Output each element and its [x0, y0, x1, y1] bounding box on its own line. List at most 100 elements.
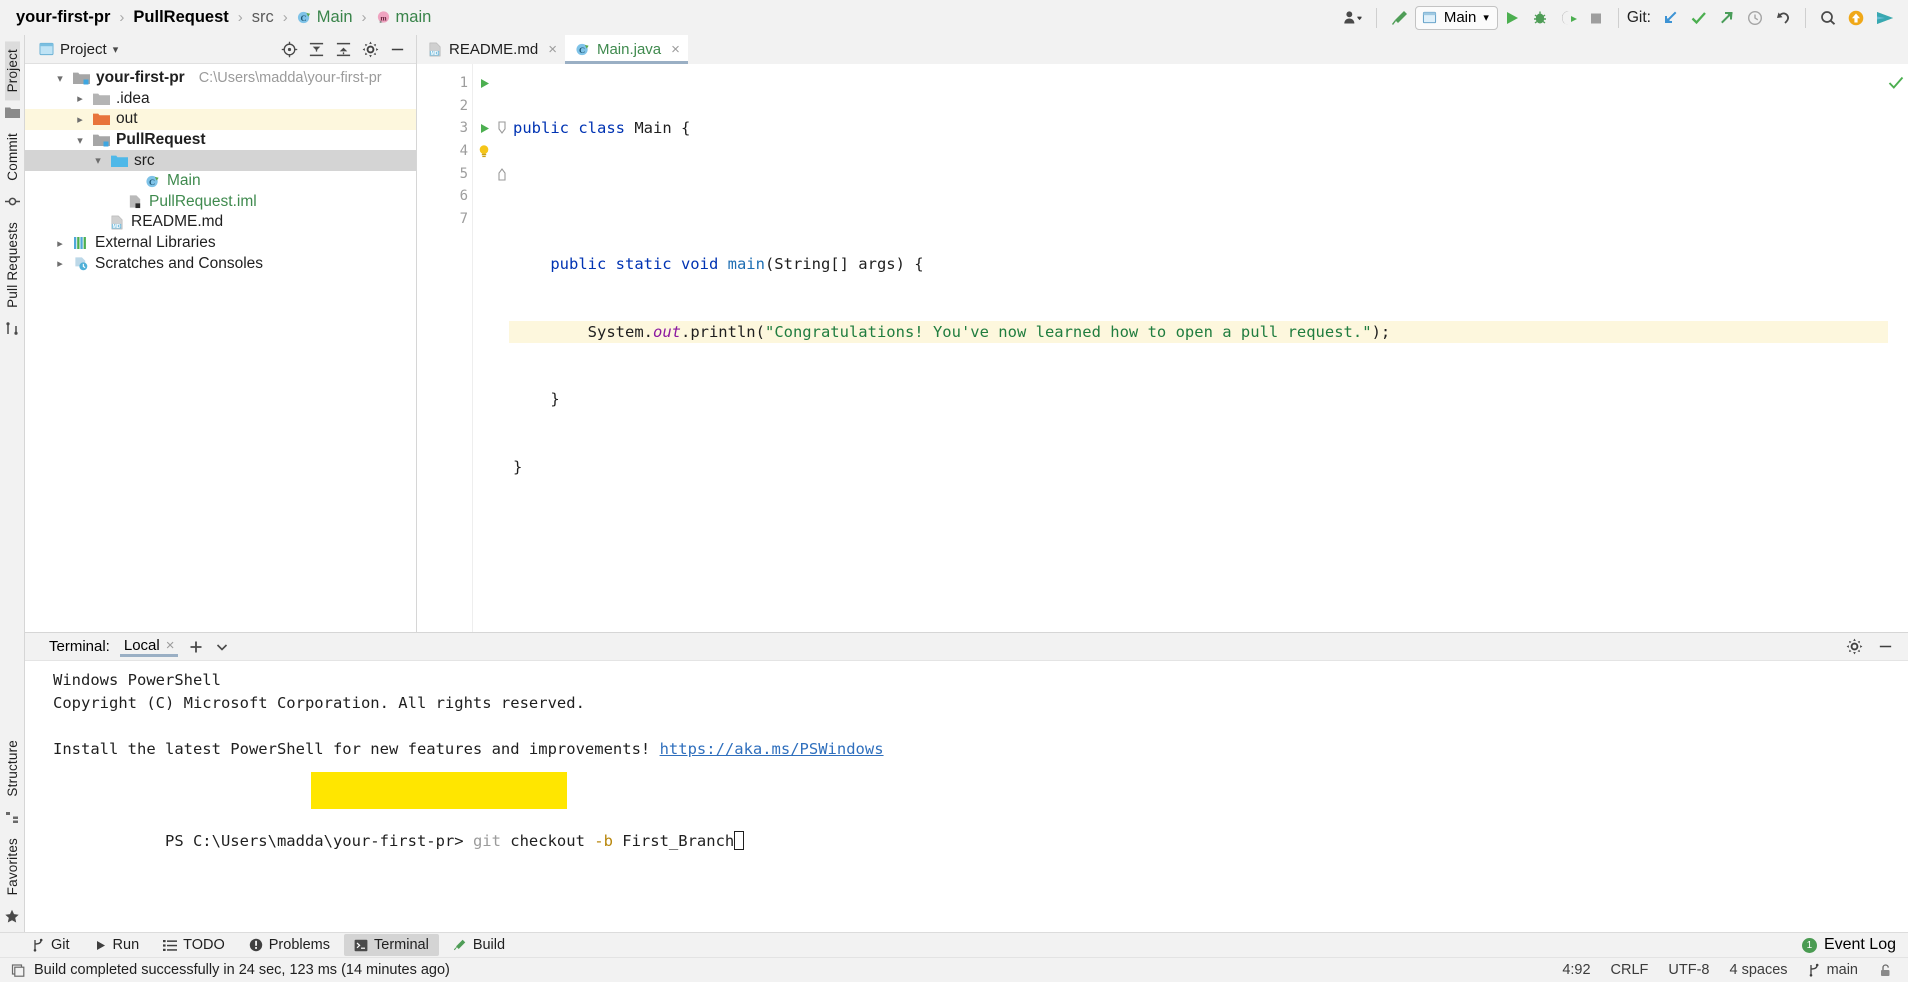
project-tree[interactable]: ▾ your-first-pr C:\Users\madda\your-firs…	[25, 64, 416, 632]
fold-gutter[interactable]	[495, 64, 509, 632]
settings-gear-icon[interactable]	[362, 41, 379, 58]
close-icon[interactable]: ×	[166, 637, 175, 654]
line-number: 5	[459, 165, 468, 182]
run-configuration-selector[interactable]: Main ▾	[1414, 5, 1498, 30]
tree-node-src[interactable]: ▾ src	[25, 150, 416, 171]
indent-setting[interactable]: 4 spaces	[1730, 962, 1788, 978]
chevron-right-icon[interactable]: ▸	[53, 237, 67, 250]
build-hammer-icon[interactable]	[1385, 5, 1415, 31]
breadcrumb-item-module[interactable]: PullRequest	[131, 8, 230, 27]
expand-all-icon[interactable]	[308, 41, 325, 58]
editor-tab-label: Main.java	[596, 41, 662, 58]
project-panel-title: Project	[60, 40, 107, 58]
breadcrumb-separator: ›	[119, 9, 125, 26]
terminal-command: checkout	[500, 832, 595, 850]
tree-node-scratches[interactable]: ▸ Scratches and Consoles	[25, 253, 416, 274]
close-icon[interactable]: ×	[671, 41, 680, 58]
tree-node-pullrequest[interactable]: ▾ PullRequest	[25, 130, 416, 151]
breadcrumb-item-project[interactable]: your-first-pr	[14, 8, 112, 27]
terminal-header: Terminal: Local ×	[25, 633, 1908, 661]
run-gutter-icon[interactable]	[473, 117, 495, 140]
run-gutter-icon[interactable]	[473, 72, 495, 95]
chevron-down-icon[interactable]: ▾	[91, 154, 105, 167]
breadcrumb-item-class[interactable]: C Main	[295, 8, 355, 27]
sidebar-item-favorites[interactable]: Favorites	[5, 830, 20, 903]
tree-node-label: .idea	[116, 89, 150, 107]
fold-end-icon[interactable]	[495, 162, 509, 185]
editor-tab-main-java[interactable]: C Main.java ×	[564, 35, 688, 64]
tree-node-your-first-pr[interactable]: ▾ your-first-pr C:\Users\madda\your-firs…	[25, 68, 416, 89]
chevron-right-icon[interactable]: ▸	[73, 92, 87, 105]
settings-gear-icon[interactable]	[1846, 638, 1863, 655]
bottom-button-label: Git	[51, 937, 70, 953]
line-number: 6	[459, 188, 468, 205]
hide-panel-icon[interactable]	[1877, 638, 1894, 655]
chevron-right-icon[interactable]: ▸	[73, 113, 87, 126]
sidebar-item-commit[interactable]: Commit	[5, 125, 20, 189]
sidebar-item-pull-requests[interactable]: Pull Requests	[5, 214, 20, 316]
debug-bug-icon[interactable]	[1526, 5, 1554, 31]
breadcrumb-item-src[interactable]: src	[250, 8, 276, 27]
select-opened-file-icon[interactable]	[281, 41, 298, 58]
terminal-output[interactable]: Windows PowerShell Copyright (C) Microso…	[25, 661, 1908, 932]
editor-tab-readme[interactable]: MD README.md ×	[417, 35, 565, 64]
powershell-download-link[interactable]: https://aka.ms/PSWindows	[660, 740, 884, 758]
close-icon[interactable]: ×	[548, 41, 557, 58]
chevron-down-icon[interactable]: ▾	[53, 72, 67, 85]
run-play-icon[interactable]	[1498, 5, 1526, 31]
read-write-lock-icon[interactable]	[1878, 963, 1894, 978]
chevron-down-icon[interactable]: ▾	[73, 134, 87, 147]
terminal-tab-local[interactable]: Local ×	[119, 637, 179, 657]
tree-node-idea[interactable]: ▸ .idea	[25, 89, 416, 110]
code-token: "Congratulations! You've now learned how…	[764, 322, 1372, 341]
run-with-coverage-icon[interactable]	[1554, 5, 1582, 31]
line-separator[interactable]: CRLF	[1611, 962, 1649, 978]
git-history-clock-icon[interactable]	[1741, 5, 1769, 31]
svg-text:C: C	[149, 177, 155, 187]
ide-update-icon[interactable]	[1842, 5, 1870, 31]
git-rollback-undo-icon[interactable]	[1769, 5, 1797, 31]
tree-node-main[interactable]: ▸ C Main	[25, 171, 416, 192]
bottom-button-build[interactable]: Build	[443, 934, 515, 956]
git-commit-check-icon[interactable]	[1685, 5, 1713, 31]
user-account-icon[interactable]	[1338, 5, 1368, 31]
file-encoding[interactable]: UTF-8	[1668, 962, 1709, 978]
hide-panel-icon[interactable]	[389, 41, 406, 58]
sidebar-item-structure[interactable]: Structure	[5, 732, 20, 805]
git-update-arrow-icon[interactable]	[1657, 5, 1685, 31]
bottom-button-terminal[interactable]: Terminal	[344, 934, 439, 956]
gutter-icons[interactable]	[473, 64, 495, 632]
bottom-button-run[interactable]: Run	[84, 934, 150, 956]
sidebar-item-label: Project	[4, 49, 20, 93]
git-push-arrow-icon[interactable]	[1713, 5, 1741, 31]
code-editor[interactable]: 1 2 3 4 5 6 7 public class Main {public…	[417, 64, 1908, 632]
sidebar-item-project[interactable]: Project	[4, 41, 20, 101]
event-log-area[interactable]: 1 Event Log	[1801, 936, 1908, 954]
git-branch-widget[interactable]: main	[1808, 962, 1858, 978]
breadcrumb-item-method[interactable]: m main	[374, 8, 434, 27]
event-log-label[interactable]: Event Log	[1824, 936, 1896, 954]
tree-node-external-libraries[interactable]: ▸ External Libraries	[25, 233, 416, 254]
bottom-button-todo[interactable]: TODO	[153, 934, 235, 956]
search-everywhere-icon[interactable]	[1814, 5, 1842, 31]
tree-node-out[interactable]: ▸ out	[25, 109, 416, 130]
inspections-ok-check-icon[interactable]	[1888, 76, 1904, 90]
code-content[interactable]: public class Main { public static void m…	[509, 64, 1888, 632]
terminal-tabs-dropdown-icon[interactable]	[214, 639, 230, 655]
intention-bulb-icon[interactable]	[473, 140, 495, 163]
fold-start-icon[interactable]	[495, 117, 509, 140]
add-terminal-tab-icon[interactable]	[188, 639, 204, 655]
caret-position[interactable]: 4:92	[1562, 962, 1590, 978]
chevron-down-icon[interactable]: ▾	[113, 43, 119, 56]
chevron-right-icon[interactable]: ▸	[53, 257, 67, 270]
tree-node-pullrequest-iml[interactable]: ▸ PullRequest.iml	[25, 192, 416, 213]
run-anything-icon[interactable]	[1870, 5, 1900, 31]
stop-icon[interactable]	[1582, 5, 1610, 31]
collapse-all-icon[interactable]	[335, 41, 352, 58]
toolbar-divider	[1375, 7, 1377, 28]
bottom-button-problems[interactable]: Problems	[239, 934, 340, 956]
bottom-button-git[interactable]: Git	[22, 934, 80, 956]
tree-node-readme[interactable]: ▸ MD README.md	[25, 212, 416, 233]
breadcrumb-separator: ›	[282, 9, 288, 26]
editor-right-gutter[interactable]	[1888, 64, 1908, 632]
